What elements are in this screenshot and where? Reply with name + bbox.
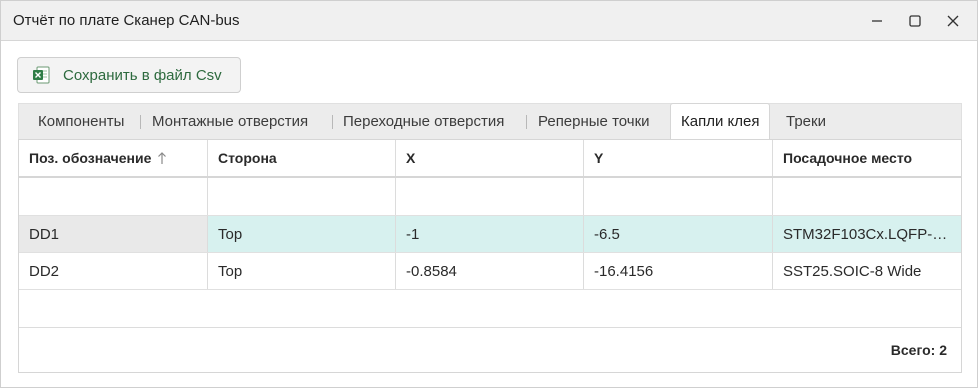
table-row[interactable]: DD1 Top -1 -6.5 STM32F103Cx.LQFP-…: [19, 216, 961, 253]
tab-glue-dots[interactable]: Капли клея: [670, 103, 771, 140]
tab-strip: Компоненты Монтажные отверстия Переходны…: [18, 103, 962, 140]
tab-fiducials[interactable]: Реперные точки: [538, 104, 650, 140]
tab-components[interactable]: Компоненты: [38, 104, 124, 140]
column-header-label: Поз. обозначение: [29, 150, 152, 166]
window-title: Отчёт по плате Сканер CAN-bus: [13, 12, 240, 29]
cell-y: -16.4156: [584, 253, 773, 289]
excel-file-icon: [33, 66, 50, 84]
cell-footprint-text: STM32F103Cx.LQFP-…: [783, 225, 948, 243]
cell-footprint: STM32F103Cx.LQFP-…: [773, 216, 961, 252]
filter-cell[interactable]: [584, 178, 773, 215]
minimize-button[interactable]: [865, 9, 889, 33]
filter-cell[interactable]: [208, 178, 396, 215]
column-header-side[interactable]: Сторона: [208, 140, 396, 176]
tab-separator: [526, 115, 527, 129]
close-button[interactable]: [941, 9, 965, 33]
tab-mounting-holes[interactable]: Монтажные отверстия: [152, 104, 308, 140]
table-footer: Всего: 2: [19, 329, 961, 372]
table-header: Поз. обозначение Сторона X Y Посадочное …: [19, 140, 961, 178]
column-header-y[interactable]: Y: [584, 140, 773, 176]
save-csv-button[interactable]: Сохранить в файл Csv: [17, 57, 241, 93]
report-window: Отчёт по плате Сканер CAN-bus Сохранить …: [0, 0, 978, 388]
filter-cell[interactable]: [396, 178, 584, 215]
column-header-designator[interactable]: Поз. обозначение: [19, 140, 208, 176]
filter-cell[interactable]: [19, 178, 208, 215]
tab-separator: [140, 115, 141, 129]
sort-ascending-icon: [157, 151, 167, 165]
cell-x: -0.8584: [396, 253, 584, 289]
maximize-icon: [909, 15, 921, 27]
save-csv-label: Сохранить в файл Csv: [63, 66, 222, 84]
tab-separator: [332, 115, 333, 129]
cell-designator: DD2: [19, 253, 208, 289]
cell-y: -6.5: [584, 216, 773, 252]
maximize-button[interactable]: [903, 9, 927, 33]
cell-footprint: SST25.SOIC-8 Wide: [783, 262, 922, 280]
empty-area: [19, 290, 961, 328]
column-header-footprint[interactable]: Посадочное место: [773, 140, 961, 176]
total-count: Всего: 2: [890, 342, 947, 358]
filter-row: [19, 178, 961, 216]
tab-vias[interactable]: Переходные отверстия: [343, 104, 504, 140]
tab-tracks[interactable]: Треки: [786, 104, 826, 140]
filter-cell[interactable]: [773, 178, 961, 215]
table-row[interactable]: DD2 Top -0.8584 -16.4156 SST25.SOIC-8 Wi…: [19, 253, 961, 290]
cell-designator: DD1: [19, 216, 208, 252]
cell-x: -1: [396, 216, 584, 252]
cell-side: Top: [208, 216, 396, 252]
title-bar: Отчёт по плате Сканер CAN-bus: [1, 1, 977, 41]
minimize-icon: [872, 20, 882, 22]
column-header-x[interactable]: X: [396, 140, 584, 176]
cell-side: Top: [208, 253, 396, 289]
close-icon: [947, 15, 959, 27]
data-grid: Поз. обозначение Сторона X Y Посадочное …: [18, 139, 962, 373]
